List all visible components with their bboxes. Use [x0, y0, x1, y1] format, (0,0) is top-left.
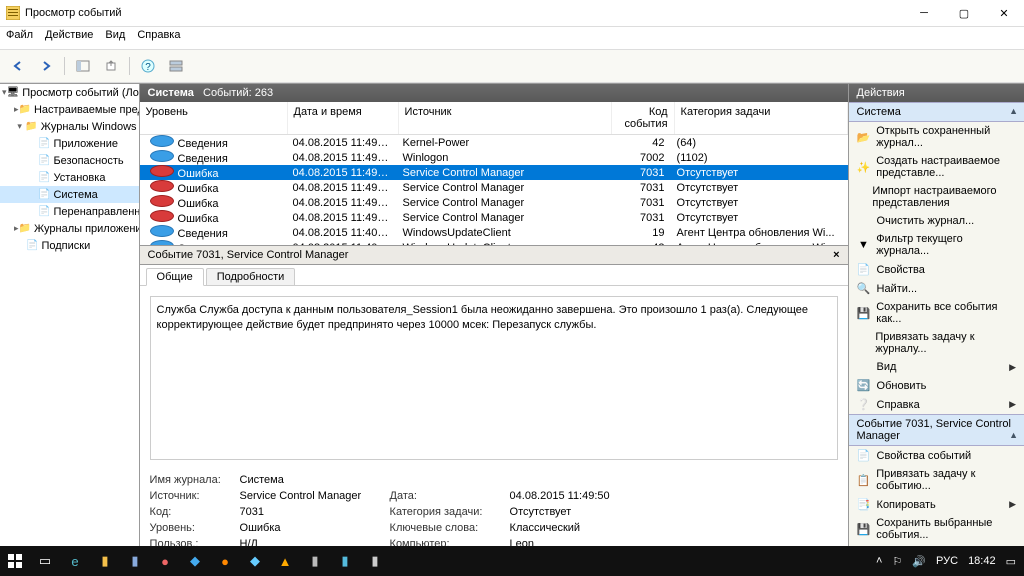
tree-setup[interactable]: Установка: [53, 172, 105, 184]
menu-action[interactable]: Действие: [45, 29, 93, 47]
col-code[interactable]: Код события: [612, 102, 675, 134]
actions-header: Действия: [849, 84, 1024, 102]
action-item[interactable]: Вид▶: [849, 358, 1024, 376]
taskbar[interactable]: ▭ e ▮ ▮ ● ◆ ● ◆ ▲ ▮ ▮ ▮ ˄ ⚐ 🔊 РУС 18:42 …: [0, 546, 1024, 576]
action-item[interactable]: ✨Создать настраиваемое представле...: [849, 152, 1024, 182]
app-icon-6[interactable]: ▮: [300, 546, 330, 576]
actions-sub-system: Система▲: [849, 102, 1024, 122]
app-icon-4[interactable]: ◆: [240, 546, 270, 576]
action-item[interactable]: 📄Свойства: [849, 260, 1024, 279]
col-level[interactable]: Уровень: [140, 102, 288, 134]
col-source[interactable]: Источник: [399, 102, 612, 134]
tray-network-icon[interactable]: ⚐: [892, 555, 902, 568]
close-button[interactable]: ✕: [984, 0, 1024, 26]
svg-text:?: ?: [145, 62, 151, 73]
tree-app[interactable]: Приложение: [53, 138, 118, 150]
detail-close-icon[interactable]: ×: [833, 249, 839, 261]
tree-fwd[interactable]: Перенаправленные события: [53, 206, 139, 218]
tree-winlogs[interactable]: Журналы Windows: [41, 121, 137, 133]
tray-volume-icon[interactable]: 🔊: [912, 555, 926, 568]
back-button[interactable]: [6, 54, 30, 78]
table-row[interactable]: Сведения04.08.2015 11:49:55Kernel-Power4…: [140, 135, 848, 150]
window-title: Просмотр событий: [25, 7, 122, 19]
actions-pane: Действия Система▲ 📂Открыть сохраненный ж…: [849, 84, 1024, 558]
tray-time[interactable]: 18:42: [968, 555, 996, 567]
help-button[interactable]: ?: [136, 54, 160, 78]
tray-up-icon[interactable]: ˄: [876, 555, 882, 567]
tree-subs[interactable]: Подписки: [41, 240, 90, 252]
action-item[interactable]: ❔Справка▶: [849, 395, 1024, 414]
action-item[interactable]: 📑Копировать▶: [849, 495, 1024, 514]
action-item[interactable]: 📋Привязать задачу к событию...: [849, 465, 1024, 495]
app-icon-7[interactable]: ▮: [330, 546, 360, 576]
menu-view[interactable]: Вид: [105, 29, 125, 47]
app-icon-8[interactable]: ▮: [360, 546, 390, 576]
start-button[interactable]: [0, 546, 30, 576]
action-item[interactable]: Импорт настраиваемого представления: [849, 182, 1024, 212]
store-icon[interactable]: ▮: [120, 546, 150, 576]
app-icon-1[interactable]: ●: [150, 546, 180, 576]
table-row[interactable]: Сведения04.08.2015 11:49:53Winlogon7002(…: [140, 150, 848, 165]
menu-help[interactable]: Справка: [137, 29, 180, 47]
forward-button[interactable]: [34, 54, 58, 78]
action-item[interactable]: 💾Сохранить все события как...: [849, 298, 1024, 328]
app-icon: [6, 6, 20, 20]
grid-header: Система Событий: 263: [140, 84, 848, 102]
tab-details[interactable]: Подробности: [206, 268, 296, 286]
tree-system[interactable]: Система: [53, 189, 97, 201]
action-item[interactable]: Очистить журнал...: [849, 212, 1024, 230]
tree-sec[interactable]: Безопасность: [53, 155, 123, 167]
table-row[interactable]: Сведения04.08.2015 11:40:48WindowsUpdate…: [140, 225, 848, 240]
explorer-icon[interactable]: ▮: [90, 546, 120, 576]
tree-root[interactable]: Просмотр событий (Локальный): [22, 87, 139, 99]
menu-file[interactable]: Файл: [6, 29, 33, 47]
app-icon-2[interactable]: ◆: [180, 546, 210, 576]
table-row[interactable]: Ошибка04.08.2015 11:49:50Service Control…: [140, 180, 848, 195]
action-item[interactable]: 🔍Найти...: [849, 279, 1024, 298]
show-hide-button[interactable]: [71, 54, 95, 78]
tray-lang[interactable]: РУС: [936, 555, 958, 567]
action-item[interactable]: 🔄Обновить: [849, 376, 1024, 395]
maximize-button[interactable]: ▢: [944, 0, 984, 26]
tree-custom[interactable]: Настраиваемые представления: [34, 104, 140, 116]
col-task[interactable]: Категория задачи: [675, 102, 848, 134]
app-icon-5[interactable]: ▲: [270, 546, 300, 576]
column-headers[interactable]: Уровень Дата и время Источник Код событи…: [140, 102, 848, 135]
table-row[interactable]: Ошибка04.08.2015 11:49:50Service Control…: [140, 210, 848, 225]
minimize-button[interactable]: ─: [904, 0, 944, 26]
action-item[interactable]: Привязать задачу к журналу...: [849, 328, 1024, 358]
toolbar: ?: [0, 50, 1024, 83]
tree-applogs[interactable]: Журналы приложений и служб: [34, 223, 140, 235]
col-date[interactable]: Дата и время: [288, 102, 399, 134]
nav-tree[interactable]: ▾🖥Просмотр событий (Локальный) ▸📁Настраи…: [0, 84, 140, 558]
export-button[interactable]: [99, 54, 123, 78]
menu-bar: Файл Действие Вид Справка: [0, 27, 1024, 50]
actions-sub-event: Событие 7031, Service Control Manager▲: [849, 414, 1024, 446]
action-item[interactable]: ▼Фильтр текущего журнала...: [849, 230, 1024, 260]
action-item[interactable]: 💾Сохранить выбранные события...: [849, 514, 1024, 544]
app-icon-3[interactable]: ●: [210, 546, 240, 576]
action-item[interactable]: 📄Свойства событий: [849, 446, 1024, 465]
action-item[interactable]: 📂Открыть сохраненный журнал...: [849, 122, 1024, 152]
edge-icon[interactable]: e: [60, 546, 90, 576]
notifications-icon[interactable]: ▭: [1006, 555, 1016, 568]
event-rows[interactable]: Сведения04.08.2015 11:49:55Kernel-Power4…: [140, 135, 848, 245]
title-bar: Просмотр событий ─ ▢ ✕: [0, 0, 1024, 27]
table-row[interactable]: Ошибка04.08.2015 11:49:50Service Control…: [140, 195, 848, 210]
taskview-icon[interactable]: ▭: [30, 546, 60, 576]
layout-button[interactable]: [164, 54, 188, 78]
tab-general[interactable]: Общие: [146, 268, 204, 286]
table-row[interactable]: Ошибка04.08.2015 11:49:50Service Control…: [140, 165, 848, 180]
detail-header: Событие 7031, Service Control Manager ×: [140, 245, 848, 265]
event-message: Служба Служба доступа к данным пользоват…: [150, 296, 838, 460]
